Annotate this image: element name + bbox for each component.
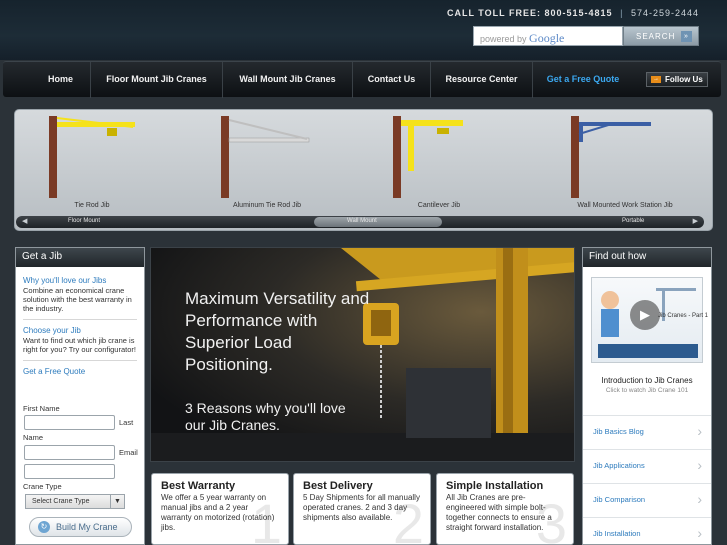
link-label: Jib Basics Blog	[593, 427, 644, 436]
link-label: Jib Applications	[593, 461, 645, 470]
nav-home[interactable]: Home	[31, 62, 91, 98]
nav-contact-us[interactable]: Contact Us	[353, 62, 431, 98]
chevron-right-icon: ›	[697, 491, 702, 507]
slider-label-portable[interactable]: Portable	[622, 218, 644, 224]
hero-headline: Maximum Versatility and Performance with…	[185, 289, 370, 374]
slider-label-floor-mount[interactable]: Floor Mount	[68, 218, 100, 224]
feature-text: All Jib Cranes are pre-engineered with s…	[446, 493, 552, 532]
toll-free-phone: CALL TOLL FREE: 800-515-4815 | 574-259-2…	[447, 8, 699, 18]
feature-title: Best Delivery	[303, 480, 373, 492]
link-jib-installation[interactable]: Jib Installation ›	[583, 517, 711, 545]
refresh-icon: ↻	[38, 521, 50, 533]
chevron-right-icon: ›	[697, 525, 702, 541]
carousel-scrollbar[interactable]: ◀ Floor Mount Wall Mount Portable ▶	[16, 216, 704, 228]
feature-text: 5 Day Shipments for all manually operate…	[303, 493, 420, 522]
crane-label-cantilever[interactable]: Cantilever Jib	[399, 202, 479, 209]
google-logo: Google	[529, 31, 565, 45]
toll-number[interactable]: 800-515-4815	[545, 8, 613, 18]
wall-work-station-jib-image[interactable]	[571, 116, 651, 198]
link-label: Jib Comparison	[593, 495, 646, 504]
crane-carousel: Tie Rod Jib Aluminum Tie Rod Jib Cantile…	[14, 109, 713, 231]
search-powered-by: powered by	[480, 34, 527, 44]
hero-banner[interactable]: Maximum Versatility and Performance with…	[150, 247, 575, 462]
choose-jib-text: Want to find out which jib crane is righ…	[23, 336, 136, 354]
tie-rod-jib-image[interactable]	[49, 116, 135, 198]
crane-label-aluminum[interactable]: Aluminum Tie Rod Jib	[217, 202, 317, 209]
first-name-input[interactable]	[24, 415, 115, 430]
nav-wall-mount[interactable]: Wall Mount Jib Cranes	[223, 62, 353, 98]
search-button[interactable]: SEARCH »	[623, 26, 699, 46]
why-love-jibs-text: Combine an economical crane solution wit…	[23, 286, 132, 313]
nav-free-quote[interactable]: Get a Free Quote	[533, 62, 633, 98]
slider-right-arrow-icon[interactable]: ▶	[693, 217, 698, 225]
why-love-jibs-link[interactable]: Why you'll love our Jibs	[16, 276, 144, 285]
get-a-jib-panel: Get a Jib Why you'll love our Jibs Combi…	[15, 247, 145, 545]
last-name-label: Last	[119, 418, 134, 427]
video-caption[interactable]: Introduction to Jib Cranes	[583, 376, 711, 385]
top-bar: CALL TOLL FREE: 800-515-4815 | 574-259-2…	[0, 0, 727, 60]
video-subcaption: Click to watch Jib Crane 101	[605, 387, 689, 394]
crane-illustrations	[49, 116, 651, 198]
link-jib-basics-blog[interactable]: Jib Basics Blog ›	[583, 415, 711, 448]
feature-title: Best Warranty	[161, 480, 236, 492]
crane-label-wall-station[interactable]: Wall Mounted Work Station Jib	[545, 202, 705, 209]
last-name-input[interactable]	[24, 445, 115, 460]
follow-us-button[interactable]: → Follow Us	[646, 72, 708, 87]
crane-type-select[interactable]: Select Crane Type ▼	[25, 494, 125, 509]
cantilever-jib-image[interactable]	[393, 116, 463, 198]
search-button-label: SEARCH	[636, 32, 676, 41]
nav-resource-center[interactable]: Resource Center	[431, 62, 533, 98]
crane-type-label: Crane Type	[23, 482, 62, 491]
chevron-right-icon: ›	[697, 457, 702, 473]
aluminum-jib-image[interactable]	[221, 116, 310, 198]
build-my-crane-label: Build My Crane	[56, 522, 118, 532]
feature-simple-installation[interactable]: Simple Installation All Jib Cranes are p…	[436, 473, 574, 545]
feature-title: Simple Installation	[446, 480, 544, 492]
search-input[interactable]: powered by Google	[473, 26, 623, 46]
feature-text: We offer a 5 year warranty on manual jib…	[161, 493, 275, 532]
divider	[23, 360, 137, 361]
feature-best-warranty[interactable]: Best Warranty We offer a 5 year warranty…	[151, 473, 289, 545]
crane-type-value: Select Crane Type	[32, 498, 90, 505]
chevron-down-icon: ▼	[110, 495, 124, 508]
name-label: Name	[23, 433, 44, 442]
choose-jib-link[interactable]: Choose your Jib	[16, 326, 144, 335]
email-input[interactable]	[24, 464, 115, 479]
toll-label: CALL TOLL FREE:	[446, 8, 541, 18]
slider-left-arrow-icon[interactable]: ◀	[22, 217, 27, 225]
video-thumbnail[interactable]: ▶ Jib Cranes - Part 1	[591, 277, 708, 363]
link-label: Jib Installation	[593, 529, 641, 538]
nav-floor-mount[interactable]: Floor Mount Jib Cranes	[91, 62, 223, 98]
play-icon[interactable]: ▶	[630, 300, 660, 330]
search-arrow-icon: »	[681, 31, 692, 42]
right-panel-title: Find out how	[583, 248, 711, 267]
link-jib-comparison[interactable]: Jib Comparison ›	[583, 483, 711, 516]
main-nav: Home Floor Mount Jib Cranes Wall Mount J…	[3, 61, 721, 98]
feature-best-delivery[interactable]: Best Delivery 5 Day Shipments for all ma…	[293, 473, 431, 545]
follow-arrow-icon: →	[651, 76, 661, 83]
video-title: Jib Cranes - Part 1	[658, 313, 709, 319]
hero-subline: 3 Reasons why you'll love our Jib Cranes…	[185, 400, 346, 433]
divider	[23, 319, 137, 320]
find-out-how-panel: Find out how ▶ Jib Cranes - Part 1 Intro…	[582, 247, 712, 545]
left-panel-title: Get a Jib	[16, 248, 144, 267]
slider-handle[interactable]	[314, 217, 442, 227]
chevron-right-icon: ›	[697, 423, 702, 439]
crane-label-tie-rod[interactable]: Tie Rod Jib	[55, 202, 129, 209]
phone-separator: |	[620, 8, 624, 18]
slider-label-wall-mount[interactable]: Wall Mount	[347, 218, 377, 224]
free-quote-link[interactable]: Get a Free Quote	[16, 367, 144, 376]
email-label: Email	[119, 448, 138, 457]
link-jib-applications[interactable]: Jib Applications ›	[583, 449, 711, 482]
first-name-label: First Name	[23, 404, 60, 413]
follow-us-label: Follow Us	[665, 75, 703, 84]
alt-phone-number[interactable]: 574-259-2444	[631, 8, 699, 18]
build-my-crane-button[interactable]: ↻ Build My Crane	[29, 517, 132, 537]
